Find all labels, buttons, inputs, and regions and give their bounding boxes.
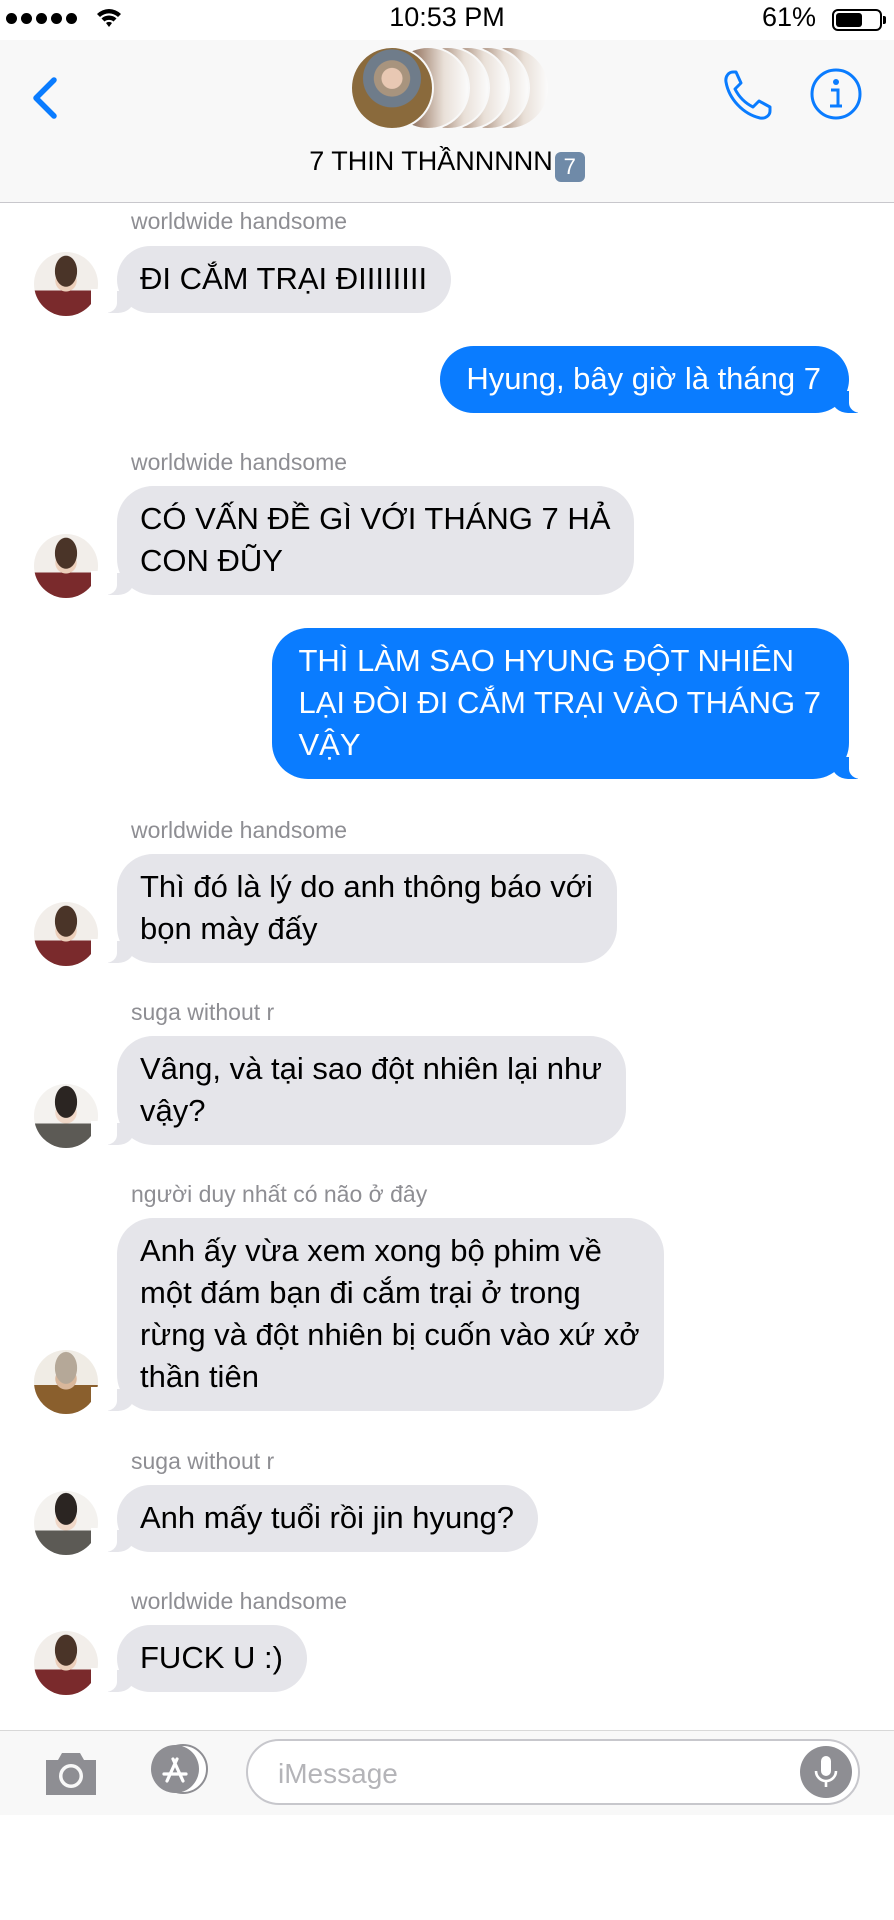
sender-name: worldwide handsome: [131, 449, 348, 475]
message-text: Anh mấy tuổi rồi jin hyung?: [140, 1500, 514, 1535]
message-line: bọn mày đấy: [140, 911, 318, 946]
sender-avatar[interactable]: [34, 252, 98, 316]
incoming-message-bubble[interactable]: Thì đó là lý do anh thông báo với bọn mà…: [91, 854, 617, 963]
message-line: CON ĐŨY: [140, 543, 283, 578]
incoming-message-bubble[interactable]: Anh ấy vừa xem xong bộ phim về một đám b…: [91, 1218, 664, 1411]
status-time: 10:53 PM: [389, 2, 505, 32]
member-avatar: [350, 46, 434, 130]
outgoing-message-bubble[interactable]: Hyung, bây giờ là tháng 7: [440, 346, 875, 413]
sender-avatar[interactable]: [34, 1631, 98, 1695]
battery-percent: 61%: [761, 2, 816, 32]
camera-icon[interactable]: [42, 1748, 100, 1798]
phone-icon[interactable]: [720, 66, 776, 124]
group-avatar-stack[interactable]: [350, 46, 550, 134]
app-store-icon[interactable]: [143, 1743, 213, 1795]
info-icon[interactable]: [808, 66, 864, 122]
back-chevron-icon[interactable]: [26, 68, 66, 128]
conversation-header: 7 THIN THẦNNNNN 7: [0, 40, 894, 203]
keycap-seven-emoji: 7: [554, 152, 585, 182]
sender-avatar[interactable]: [34, 1084, 98, 1148]
incoming-message-bubble[interactable]: CÓ VẤN ĐỀ GÌ VỚI THÁNG 7 HẢ CON ĐŨY: [90, 486, 635, 595]
sender-avatar[interactable]: [34, 902, 98, 966]
message-line: thần tiên: [140, 1359, 259, 1394]
battery-icon: [832, 9, 886, 31]
sender-avatar[interactable]: [34, 1491, 98, 1555]
message-line: Thì đó là lý do anh thông báo với: [140, 869, 593, 904]
group-name-text: 7 THIN THẦNNNNN: [309, 146, 553, 176]
message-composer: iMessage: [0, 1730, 894, 1815]
incoming-message-bubble[interactable]: FUCK U :): [91, 1625, 307, 1692]
battery-level: [836, 13, 862, 27]
message-line: vậy?: [140, 1093, 206, 1128]
message-line: VẬY: [298, 727, 361, 762]
incoming-message-bubble[interactable]: Vâng, và tại sao đột nhiên lại như vậy?: [91, 1036, 626, 1145]
incoming-message-bubble[interactable]: ĐI CẮM TRẠI ĐIIIIIIII: [90, 246, 452, 313]
sender-name: worldwide handsome: [131, 1588, 348, 1614]
message-line: LẠI ĐÒI ĐI CẮM TRẠI VÀO THÁNG 7: [298, 685, 821, 720]
message-text: FUCK U :): [140, 1640, 283, 1675]
message-line: rừng và đột nhiên bị cuốn vào xứ xở: [140, 1317, 640, 1352]
microphone-icon[interactable]: [800, 1746, 852, 1798]
sender-name: suga without r: [131, 999, 275, 1025]
group-name[interactable]: 7 THIN THẦNNNNN 7: [0, 146, 894, 182]
message-line: THÌ LÀM SAO HYUNG ĐỘT NHIÊN: [298, 643, 794, 678]
message-text: ĐI CẮM TRẠI ĐIIIIIIII: [140, 261, 428, 296]
outgoing-message-bubble[interactable]: THÌ LÀM SAO HYUNG ĐỘT NHIÊN LẠI ĐÒI ĐI C…: [272, 628, 875, 779]
imessage-placeholder: iMessage: [278, 1758, 398, 1789]
message-thread[interactable]: worldwide handsome ĐI CẮM TRẠI ĐIIIIIIII…: [0, 202, 894, 1730]
status-bar: 10:53 PM 61%: [0, 0, 894, 40]
message-text: Hyung, bây giờ là tháng 7: [466, 361, 821, 396]
incoming-message-bubble[interactable]: Anh mấy tuổi rồi jin hyung?: [91, 1485, 538, 1552]
sender-name: worldwide handsome: [131, 208, 348, 234]
message-line: Anh ấy vừa xem xong bộ phim về: [140, 1233, 602, 1268]
message-line: CÓ VẤN ĐỀ GÌ VỚI THÁNG 7 HẢ: [140, 501, 611, 536]
sender-name: suga without r: [131, 1448, 275, 1474]
sender-avatar[interactable]: [34, 534, 98, 598]
message-line: Vâng, và tại sao đột nhiên lại như: [140, 1051, 602, 1086]
imessage-input[interactable]: iMessage: [246, 1739, 860, 1805]
sender-name: worldwide handsome: [131, 817, 348, 843]
message-line: một đám bạn đi cắm trại ở trong: [140, 1275, 581, 1310]
sender-avatar[interactable]: [34, 1350, 98, 1414]
sender-name: người duy nhất có não ở đây: [131, 1181, 428, 1207]
